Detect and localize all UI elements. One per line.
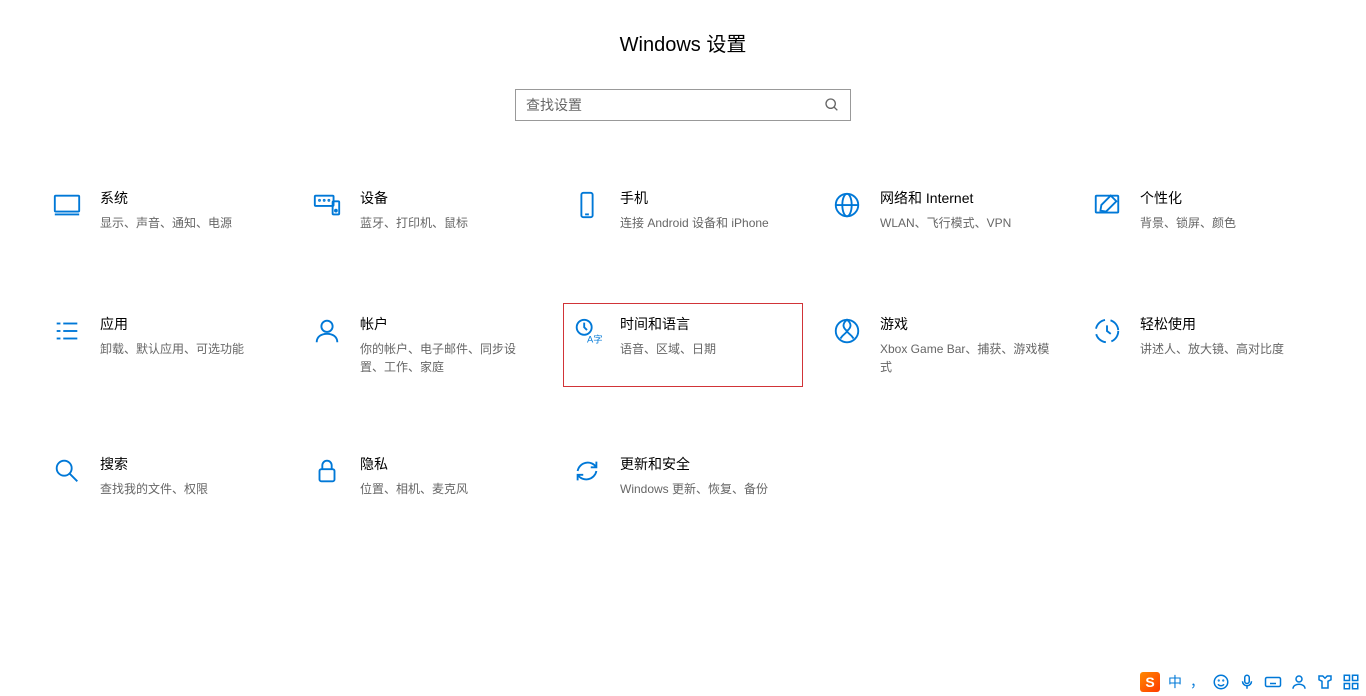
system-icon — [52, 190, 82, 220]
tile-title: 设备 — [360, 188, 534, 208]
time-language-icon: A字 — [572, 316, 602, 346]
search-cat-icon — [52, 456, 82, 486]
tile-title: 手机 — [620, 188, 794, 208]
tile-title: 系统 — [100, 188, 274, 208]
gaming-icon — [832, 316, 862, 346]
tile-desc: Xbox Game Bar、捕获、游戏模式 — [880, 340, 1054, 376]
ime-mode[interactable]: 中 — [1168, 672, 1182, 692]
accounts-icon — [312, 316, 342, 346]
tile-title: 游戏 — [880, 314, 1054, 334]
tile-search-cat[interactable]: 搜索查找我的文件、权限 — [43, 443, 283, 513]
apps-icon — [52, 316, 82, 346]
tile-desc: 位置、相机、麦克风 — [360, 480, 534, 498]
tile-network[interactable]: 网络和 Internet WLAN、飞行模式、VPN — [823, 177, 1063, 247]
tile-ease-of-access[interactable]: 轻松使用讲述人、放大镜、高对比度 — [1083, 303, 1323, 387]
tile-time-language[interactable]: A字 时间和语言语音、区域、日期 — [563, 303, 803, 387]
tile-accounts[interactable]: 帐户你的帐户、电子邮件、同步设置、工作、家庭 — [303, 303, 543, 387]
tile-desc: 连接 Android 设备和 iPhone — [620, 214, 794, 232]
tile-devices[interactable]: 设备蓝牙、打印机、鼠标 — [303, 177, 543, 247]
tile-title: 搜索 — [100, 454, 274, 474]
tile-system[interactable]: 系统显示、声音、通知、电源 — [43, 177, 283, 247]
tile-personalization[interactable]: 个性化背景、锁屏、颜色 — [1083, 177, 1323, 247]
tile-desc: 你的帐户、电子邮件、同步设置、工作、家庭 — [360, 340, 534, 376]
ime-emoji-icon[interactable] — [1212, 673, 1230, 691]
tile-title: 网络和 Internet — [880, 188, 1054, 208]
tile-gaming[interactable]: 游戏 Xbox Game Bar、捕获、游戏模式 — [823, 303, 1063, 387]
tile-desc: 讲述人、放大镜、高对比度 — [1140, 340, 1314, 358]
tile-desc: WLAN、飞行模式、VPN — [880, 214, 1054, 232]
tile-desc: 查找我的文件、权限 — [100, 480, 274, 498]
devices-icon — [312, 190, 342, 220]
tile-phone[interactable]: 手机连接 Android 设备和 iPhone — [563, 177, 803, 247]
ime-keyboard-icon[interactable] — [1264, 673, 1282, 691]
ime-logo-icon[interactable]: S — [1140, 672, 1160, 692]
tile-apps[interactable]: 应用卸载、默认应用、可选功能 — [43, 303, 283, 387]
search-box[interactable] — [515, 89, 851, 121]
tile-desc: 显示、声音、通知、电源 — [100, 214, 274, 232]
ease-of-access-icon — [1092, 316, 1122, 346]
tile-title: 帐户 — [360, 314, 534, 334]
tile-desc: 蓝牙、打印机、鼠标 — [360, 214, 534, 232]
page-title: Windows 设置 — [0, 28, 1366, 57]
privacy-icon — [312, 456, 342, 486]
tile-update[interactable]: 更新和安全 Windows 更新、恢复、备份 — [563, 443, 803, 513]
tile-desc: 卸载、默认应用、可选功能 — [100, 340, 274, 358]
ime-toolbox-icon[interactable] — [1342, 673, 1360, 691]
phone-icon — [572, 190, 602, 220]
svg-text:A字: A字 — [587, 333, 602, 344]
tile-title: 个性化 — [1140, 188, 1314, 208]
tile-title: 更新和安全 — [620, 454, 794, 474]
personalization-icon — [1092, 190, 1122, 220]
tile-title: 隐私 — [360, 454, 534, 474]
tile-title: 时间和语言 — [620, 314, 794, 334]
ime-mic-icon[interactable] — [1238, 673, 1256, 691]
ime-punct-icon[interactable]: ， — [1190, 672, 1204, 692]
ime-toolbar[interactable]: S 中 ， — [1140, 672, 1360, 692]
tile-desc: Windows 更新、恢复、备份 — [620, 480, 794, 498]
tile-title: 轻松使用 — [1140, 314, 1314, 334]
ime-skin-icon[interactable] — [1316, 673, 1334, 691]
search-icon — [824, 97, 840, 113]
tile-title: 应用 — [100, 314, 274, 334]
tile-desc: 背景、锁屏、颜色 — [1140, 214, 1314, 232]
search-input[interactable] — [526, 97, 824, 113]
tile-privacy[interactable]: 隐私位置、相机、麦克风 — [303, 443, 543, 513]
ime-person-icon[interactable] — [1290, 673, 1308, 691]
tile-desc: 语音、区域、日期 — [620, 340, 794, 358]
update-icon — [572, 456, 602, 486]
network-icon — [832, 190, 862, 220]
